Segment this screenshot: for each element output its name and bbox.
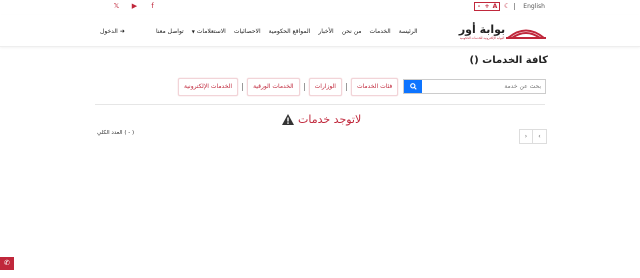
font-size-controls: - + A xyxy=(474,2,500,11)
login-link[interactable]: ➜ الدخول xyxy=(100,28,125,36)
total-count: ( - ) العدد الكلي xyxy=(97,130,135,136)
divider xyxy=(345,83,347,91)
top-bar: 𝕏 ▶ f - + A ☾ English xyxy=(0,0,640,14)
call-button[interactable]: ✆ xyxy=(0,257,14,270)
phone-icon: ✆ xyxy=(4,259,10,267)
content-divider xyxy=(95,104,545,105)
logo-icon xyxy=(506,29,546,39)
empty-message: لاتوجد خدمات xyxy=(298,113,362,126)
search-input[interactable] xyxy=(422,80,545,93)
empty-state: لاتوجد خدمات xyxy=(282,113,361,126)
logo-text: بوابة أور xyxy=(458,23,506,36)
nav-item-about[interactable]: من نحن xyxy=(342,28,362,36)
accessibility-tools: - + A ☾ English xyxy=(474,2,545,11)
nav-item-government-sites[interactable]: المواقع الحكومية xyxy=(269,28,311,36)
nav-item-home[interactable]: الرئيسة xyxy=(399,28,418,36)
font-reset-button[interactable]: A xyxy=(491,3,499,10)
nav-item-statistics[interactable]: الاحصائيات xyxy=(234,28,261,36)
pager-next-button[interactable]: › xyxy=(520,130,533,143)
login-label: الدخول xyxy=(100,28,118,35)
nav-item-contact[interactable]: تواصل معنا xyxy=(156,28,184,36)
filter-tabs: فئات الخدمات الوزارات الخدمات الورقية ال… xyxy=(178,78,399,96)
nav-item-services[interactable]: الخدمات xyxy=(370,28,391,36)
language-switch[interactable]: English xyxy=(523,2,545,11)
filter-paper-services[interactable]: الخدمات الورقية xyxy=(247,78,300,96)
font-decrease-button[interactable]: - xyxy=(475,3,483,10)
nav-item-inquiries[interactable]: الاستعلامات ▼ xyxy=(192,28,226,36)
nav-item-news[interactable]: الأخبار xyxy=(318,28,333,36)
logo-subtitle: البوابة الإلكترونية للخدمات الحكومية xyxy=(459,36,505,40)
search-bar xyxy=(403,79,546,94)
x-twitter-icon[interactable]: 𝕏 xyxy=(112,2,121,11)
filter-service-categories[interactable]: فئات الخدمات xyxy=(350,78,399,96)
youtube-icon[interactable]: ▶ xyxy=(130,2,139,11)
login-icon: ➜ xyxy=(119,28,125,35)
font-increase-button[interactable]: + xyxy=(483,3,491,10)
search-icon xyxy=(409,83,417,90)
divider xyxy=(514,3,516,10)
pagination: › ‹ xyxy=(519,129,547,144)
warning-icon xyxy=(282,114,294,125)
filter-ministries[interactable]: الوزارات xyxy=(308,78,342,96)
site-logo[interactable]: بوابة أور البوابة الإلكترونية للخدمات ال… xyxy=(458,23,548,43)
main-nav: الرئيسة الخدمات من نحن الأخبار المواقع ا… xyxy=(156,28,418,36)
nav-item-inquiries-label: الاستعلامات xyxy=(196,28,226,35)
divider xyxy=(242,83,244,91)
page-title: كافة الخدمات () xyxy=(469,55,548,66)
caret-down-icon: ▼ xyxy=(191,29,195,34)
filter-electronic-services[interactable]: الخدمات الإلكترونية xyxy=(178,78,239,96)
pager-prev-button[interactable]: ‹ xyxy=(533,130,546,143)
social-links: 𝕏 ▶ f xyxy=(112,2,157,11)
moon-icon[interactable]: ☾ xyxy=(504,2,510,11)
divider xyxy=(303,83,305,91)
facebook-icon[interactable]: f xyxy=(148,2,157,11)
search-button[interactable] xyxy=(404,80,422,93)
